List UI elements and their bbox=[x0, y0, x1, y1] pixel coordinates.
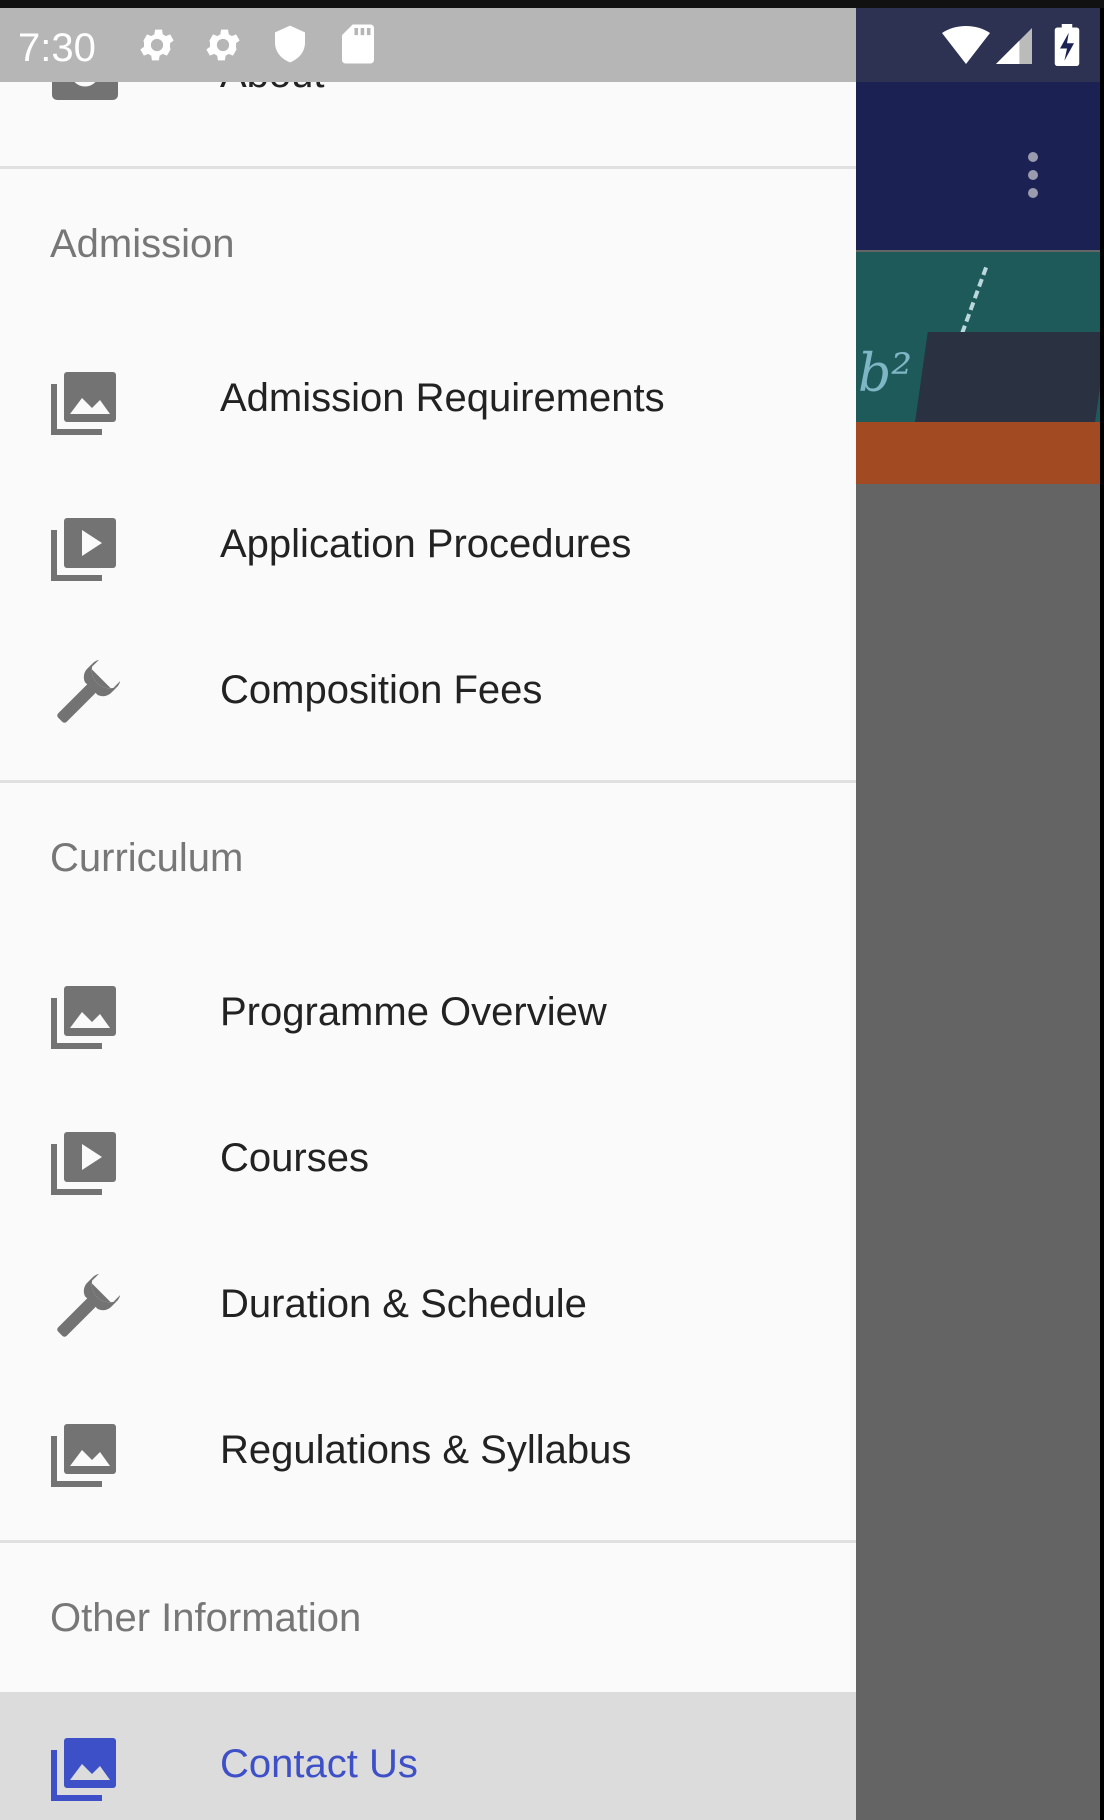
drawer-item-regulations-syllabus[interactable]: Regulations & Syllabus bbox=[0, 1382, 856, 1522]
drawer-item-label: Application Procedures bbox=[220, 522, 632, 566]
video-library-icon bbox=[51, 1132, 116, 1195]
photo-library-icon bbox=[51, 1424, 116, 1487]
drawer-item-courses[interactable]: Courses bbox=[0, 1090, 856, 1230]
drawer-item-contact-us[interactable]: Contact Us bbox=[0, 1692, 856, 1820]
section-header-curriculum: Curriculum bbox=[50, 836, 244, 880]
drawer-item-label: Admission Requirements bbox=[220, 376, 665, 420]
video-library-icon bbox=[51, 518, 116, 581]
drawer-item-label: Regulations & Syllabus bbox=[220, 1428, 632, 1472]
window-frame bbox=[0, 0, 1104, 8]
sd-card-icon bbox=[342, 24, 374, 64]
drawer-item-label: Programme Overview bbox=[220, 990, 607, 1034]
photo-library-icon bbox=[51, 986, 116, 1049]
drawer-item-application-procedures[interactable]: Application Procedures bbox=[0, 476, 856, 616]
section-header-admission: Admission bbox=[50, 222, 235, 266]
photo-library-icon bbox=[51, 1738, 116, 1801]
more-vert-icon[interactable] bbox=[1010, 146, 1054, 206]
settings-icon bbox=[140, 29, 174, 61]
drawer-item-label: Duration & Schedule bbox=[220, 1282, 587, 1326]
wrench-icon bbox=[57, 1274, 120, 1337]
drawer-item-composition-fees[interactable]: Composition Fees bbox=[0, 622, 856, 762]
drawer-item-admission-requirements[interactable]: Admission Requirements bbox=[0, 330, 856, 470]
battery-charging-icon bbox=[1054, 24, 1080, 66]
divider bbox=[0, 166, 856, 169]
signal-icon bbox=[996, 28, 1032, 64]
shield-icon bbox=[275, 25, 305, 63]
drawer-item-label: Composition Fees bbox=[220, 668, 543, 712]
status-time: 7:30 bbox=[18, 26, 96, 70]
navigation-drawer: About Admission Admission Requirements A… bbox=[0, 8, 856, 1820]
drawer-item-programme-overview[interactable]: Programme Overview bbox=[0, 944, 856, 1084]
drawer-item-label: Courses bbox=[220, 1136, 369, 1180]
section-header-other-information: Other Information bbox=[50, 1596, 362, 1640]
wrench-icon bbox=[57, 660, 120, 723]
divider bbox=[0, 780, 856, 783]
divider bbox=[0, 1540, 856, 1543]
photo-library-icon bbox=[51, 372, 116, 435]
drawer-item-duration-schedule[interactable]: Duration & Schedule bbox=[0, 1236, 856, 1376]
wifi-icon bbox=[942, 26, 990, 64]
drawer-item-label: Contact Us bbox=[220, 1742, 418, 1786]
settings-icon bbox=[206, 29, 240, 61]
